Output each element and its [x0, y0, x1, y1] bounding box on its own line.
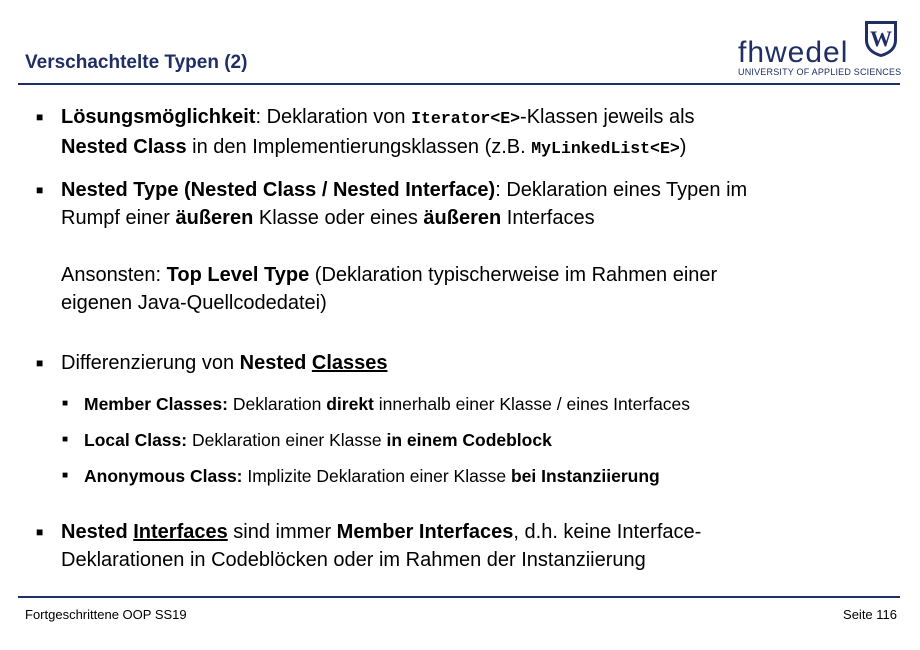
term-top-level-type: Top Level Type [166, 264, 310, 286]
term-nested: Nested [61, 521, 134, 543]
term-interfaces: Interfaces [133, 521, 228, 543]
header-divider [18, 83, 900, 85]
bullet-loesungsmoeglichkeit: ■ Lösungsmöglichkeit: Deklaration von It… [36, 103, 891, 163]
bullet-square-icon: ■ [62, 398, 69, 409]
text: Interfaces [501, 207, 595, 229]
term-member-interfaces: Member Interfaces [336, 521, 514, 543]
bullet-nested-type: ■ Nested Type (Nested Class / Nested Int… [36, 176, 891, 232]
text: : Deklaration von [255, 106, 412, 128]
term-local-class: Local Class: [84, 430, 188, 450]
bullet-nested-interfaces: ■ Nested Interfaces sind immer Member In… [36, 518, 891, 574]
text: Rumpf einer [61, 207, 176, 229]
text: innerhalb einer Klasse / eines Interface… [373, 394, 691, 414]
term-nested: Nested [239, 352, 312, 374]
text: Deklarationen in Codeblöcken oder im Rah… [61, 549, 646, 571]
term-loesungsmoeglichkeit: Lösungsmöglichkeit [61, 106, 256, 128]
text: -Klassen jeweils als [520, 106, 695, 128]
bullet-square-icon: ■ [36, 110, 44, 124]
code-mylinkedlist: MyLinkedList<E> [531, 139, 680, 158]
bullet-square-icon: ■ [36, 525, 44, 539]
term-direkt: direkt [326, 394, 374, 414]
term-anonymous-class: Anonymous Class: [84, 466, 243, 486]
footer-page-number: Seite 116 [843, 607, 897, 622]
footer-divider [18, 596, 900, 598]
logo-subtitle: UNIVERSITY OF APPLIED SCIENCES [738, 67, 902, 77]
logo-seal-letter: W [870, 26, 892, 51]
term-nested-type: Nested Type (Nested Class / Nested Inter… [61, 179, 496, 201]
paragraph-ansonsten: Ansonsten: Top Level Type (Deklaration t… [61, 261, 891, 317]
subbullet-local-class: ■ Local Class: Deklaration einer Klasse … [62, 428, 864, 452]
term-instanziierung: bei Instanziierung [510, 466, 660, 486]
term-nested-class: Nested Class [61, 136, 187, 158]
text: (Deklaration typischerweise im Rahmen ei… [309, 264, 718, 286]
term-member-classes: Member Classes: [84, 394, 228, 414]
text: Klasse oder eines [253, 207, 424, 229]
logo-seal-icon: W [865, 21, 897, 57]
code-iterator: Iterator<E> [411, 109, 521, 128]
slide-title: Verschachtelte Typen (2) [25, 52, 248, 73]
bullet-square-icon: ■ [36, 356, 44, 370]
text: in den Implementierungsklassen (z.B. [186, 136, 532, 158]
text: , d.h. keine Interface- [513, 521, 702, 543]
subbullet-member-classes: ■ Member Classes: Deklaration direkt inn… [62, 392, 864, 416]
bullet-square-icon: ■ [62, 434, 69, 445]
text: : Deklaration eines Typen im [495, 179, 748, 201]
text: Ansonsten: [61, 264, 167, 286]
bullet-differenzierung: ■ Differenzierung von Nested Classes [36, 349, 891, 377]
term-codeblock: in einem Codeblock [386, 430, 552, 450]
bullet-square-icon: ■ [36, 183, 44, 197]
term-aeusseren: äußeren [423, 207, 502, 229]
bullet-square-icon: ■ [62, 470, 69, 481]
text: Differenzierung von [61, 352, 240, 374]
text: ) [679, 136, 687, 158]
text: eigenen Java-Quellcodedatei) [61, 292, 327, 314]
subbullet-anonymous-class: ■ Anonymous Class: Implizite Deklaration… [62, 464, 864, 488]
text: sind immer [227, 521, 337, 543]
logo-wordmark: fhwedel [738, 36, 849, 69]
term-classes: Classes [311, 352, 388, 374]
footer-course: Fortgeschrittene OOP SS19 [25, 607, 187, 622]
text: Implizite Deklaration einer Klasse [242, 466, 511, 486]
text: Deklaration einer Klasse [187, 430, 387, 450]
term-aeusseren: äußeren [175, 207, 254, 229]
text: Deklaration [227, 394, 327, 414]
